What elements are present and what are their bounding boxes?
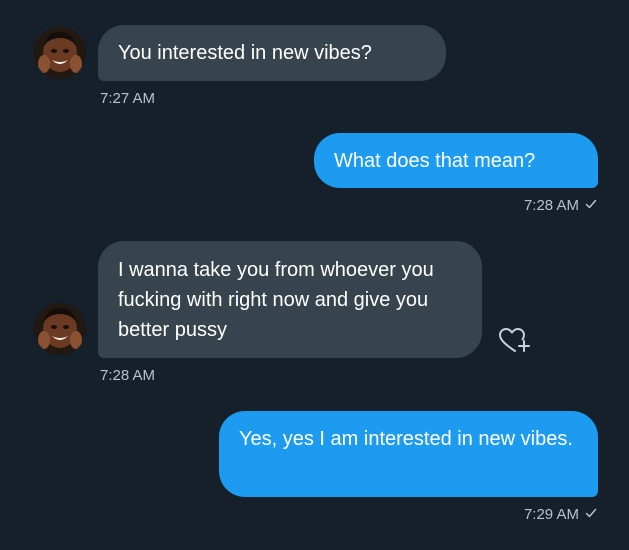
timestamp-text: 7:28 AM xyxy=(523,197,579,214)
message-timestamp: 7:29 AM xyxy=(524,506,597,524)
message-bubble-incoming[interactable]: You interested in new vibes? xyxy=(98,25,446,81)
message-text: Yes, yes I am interested in new vibes. xyxy=(239,428,573,450)
timestamp-text: 7:29 AM xyxy=(523,506,579,523)
check-icon xyxy=(585,197,597,215)
message-timestamp: 7:28 AM xyxy=(524,197,597,215)
message-timestamp: 7:28 AM xyxy=(100,367,156,384)
message-bubble-incoming[interactable]: I wanna take you from whoever you fuckin… xyxy=(98,241,482,358)
message-text: You interested in new vibes? xyxy=(118,42,372,64)
message-bubble-outgoing[interactable]: Yes, yes I am interested in new vibes. xyxy=(219,411,598,497)
message-text: I wanna take you from whoever you fuckin… xyxy=(118,259,434,341)
message-text: What does that mean? xyxy=(334,150,536,172)
message-timestamp: 7:27 AM xyxy=(100,90,156,107)
check-icon xyxy=(585,506,597,524)
sender-avatar[interactable] xyxy=(34,27,86,79)
add-reaction-icon[interactable] xyxy=(496,326,536,362)
message-bubble-outgoing[interactable]: What does that mean? xyxy=(314,133,598,188)
sender-avatar[interactable] xyxy=(34,303,86,355)
